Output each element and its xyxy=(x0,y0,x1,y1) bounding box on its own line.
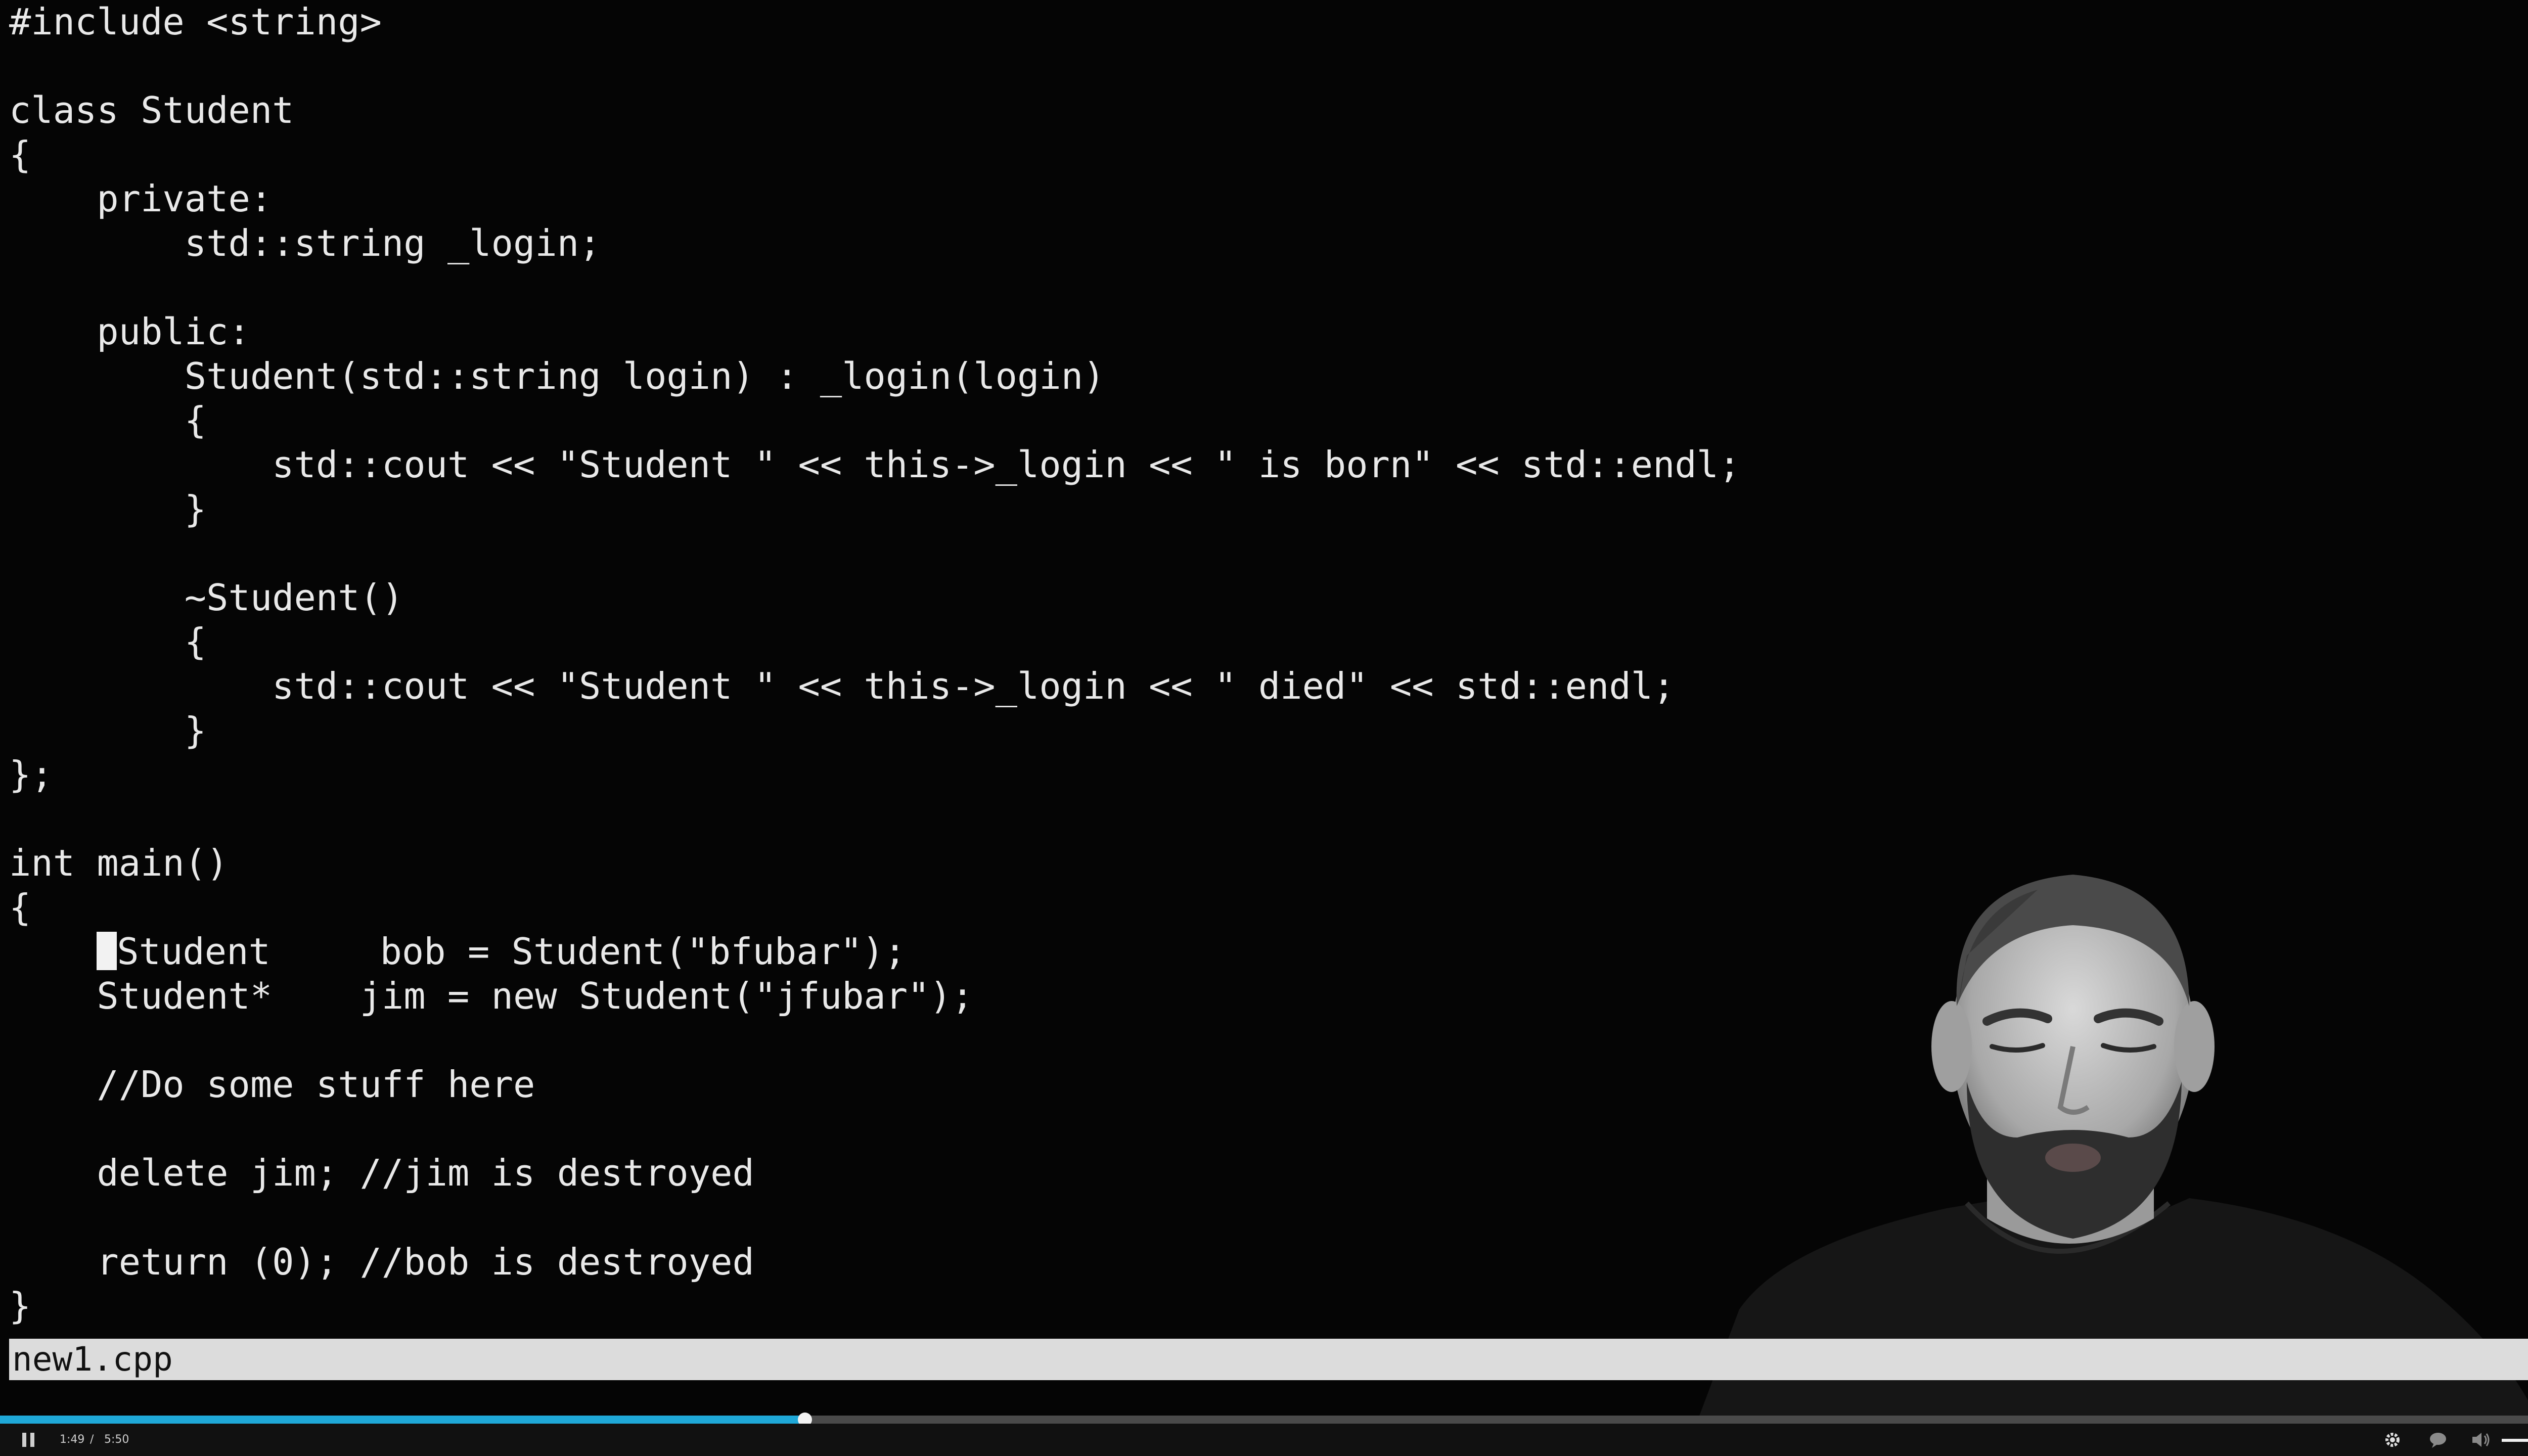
code-line[interactable]: ~Student() xyxy=(9,576,1981,620)
code-line[interactable] xyxy=(9,44,1981,89)
captions-button[interactable] xyxy=(2427,1428,2449,1452)
volume-level-fill xyxy=(2502,1439,2528,1442)
settings-button[interactable] xyxy=(2382,1428,2403,1452)
code-line[interactable] xyxy=(9,797,1981,842)
code-line[interactable]: { xyxy=(9,398,1981,443)
code-line[interactable]: Student(std::string login) : _login(logi… xyxy=(9,354,1981,399)
file-name: new1.cpp xyxy=(12,1340,173,1379)
code-line[interactable]: } xyxy=(9,709,1981,753)
text-cursor xyxy=(97,932,117,971)
code-line[interactable]: class Student xyxy=(9,88,1981,133)
pause-icon xyxy=(22,1433,34,1447)
gear-icon xyxy=(2385,1433,2400,1447)
volume-slider[interactable] xyxy=(2502,1439,2528,1442)
volume-icon xyxy=(2472,1433,2490,1447)
video-frame: #include <string> class Student{ private:… xyxy=(0,0,2528,1456)
code-line[interactable]: private: xyxy=(9,177,1981,221)
video-controls-bar: 1:49 / 5:50 xyxy=(0,1424,2528,1456)
code-line[interactable]: std::string _login; xyxy=(9,221,1981,266)
current-time: 1:49 xyxy=(60,1433,85,1446)
video-progress-fill xyxy=(0,1416,805,1424)
pause-button[interactable] xyxy=(18,1428,38,1452)
code-line[interactable]: #include <string> xyxy=(9,0,1981,44)
code-line[interactable]: { xyxy=(9,620,1981,664)
code-line[interactable]: { xyxy=(9,133,1981,177)
code-line[interactable]: public: xyxy=(9,310,1981,354)
code-line[interactable] xyxy=(9,531,1981,576)
code-line[interactable]: std::cout << "Student " << this->_login … xyxy=(9,443,1981,487)
video-progress-bar[interactable] xyxy=(0,1413,2528,1427)
total-duration: 5:50 xyxy=(104,1433,129,1446)
code-line[interactable]: } xyxy=(9,487,1981,532)
editor-status-bar: new1.cpp xyxy=(9,1339,2528,1380)
time-separator: / xyxy=(90,1433,94,1446)
volume-button[interactable] xyxy=(2469,1428,2492,1452)
captions-icon xyxy=(2430,1433,2446,1448)
code-line[interactable]: }; xyxy=(9,753,1981,797)
code-line[interactable]: std::cout << "Student " << this->_login … xyxy=(9,664,1981,709)
code-line[interactable] xyxy=(9,266,1981,310)
